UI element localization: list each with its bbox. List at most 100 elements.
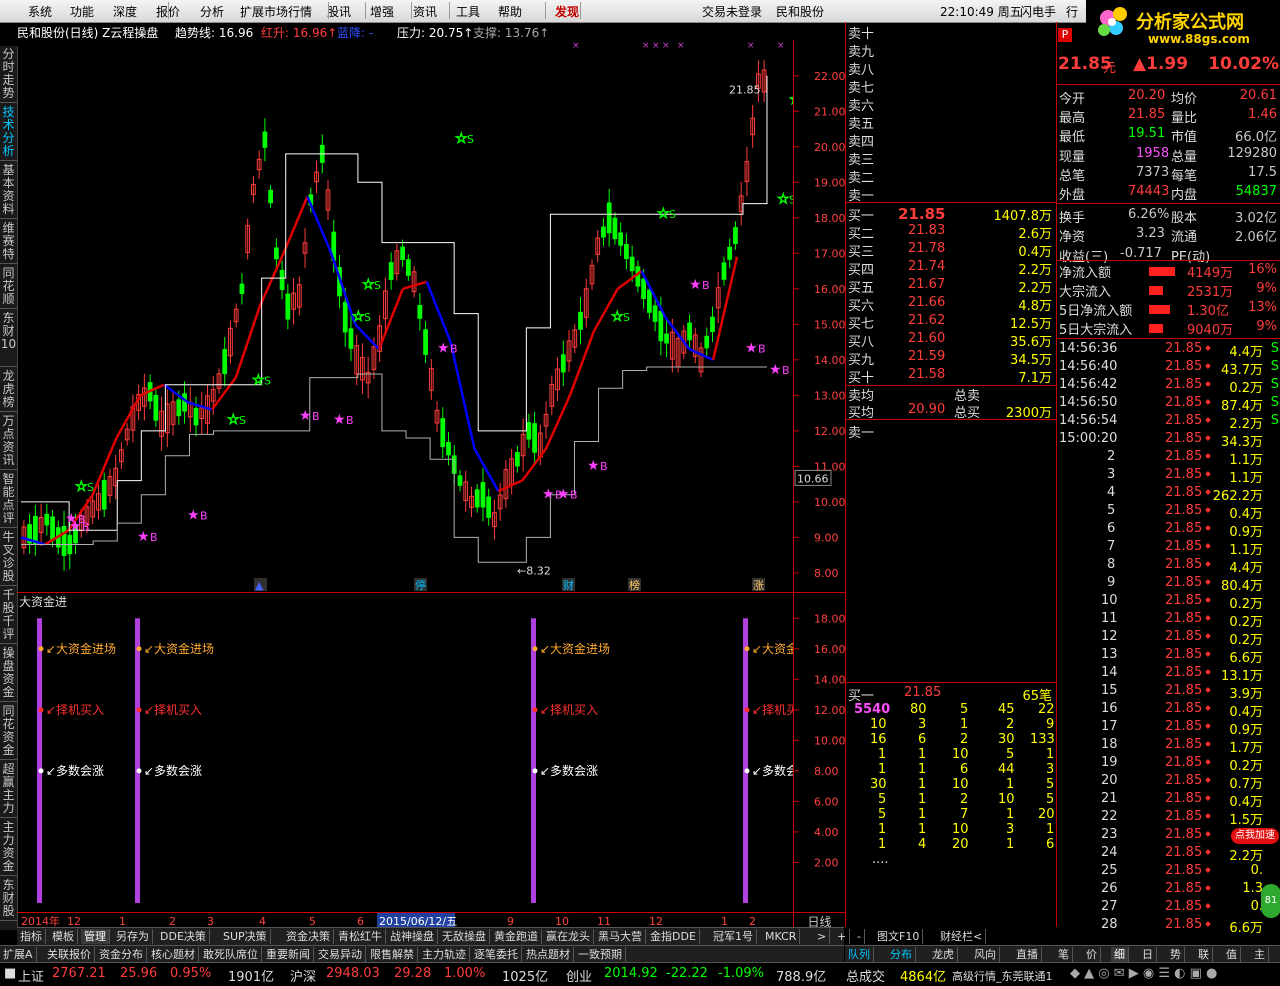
- menu-item-8[interactable]: 资讯: [413, 3, 437, 20]
- extension-tab-9[interactable]: 逐笔委托: [471, 947, 522, 962]
- sh-value: 2767.21: [52, 966, 106, 981]
- vtab-0[interactable]: 分时走势: [0, 46, 17, 103]
- detail-tab-7[interactable]: 细: [1111, 947, 1129, 962]
- event-marker[interactable]: ▲: [255, 579, 264, 592]
- fund-bar: [37, 618, 42, 903]
- menu-item-2[interactable]: 深度: [113, 3, 137, 20]
- extension-tab-8[interactable]: 主力轨迹: [419, 947, 470, 962]
- detail-tab-10[interactable]: 联: [1195, 947, 1213, 962]
- menu-item-0[interactable]: 系统: [28, 3, 52, 20]
- vtab-6[interactable]: 龙虎榜: [0, 368, 17, 412]
- menu-item-10[interactable]: 帮助: [498, 3, 522, 20]
- detail-tab-12[interactable]: 主: [1251, 947, 1269, 962]
- tick-diamond: [1205, 921, 1211, 927]
- indicator-tab-12[interactable]: 黑马大营: [595, 929, 646, 944]
- tick-time-4: 14:56:54: [1059, 413, 1118, 428]
- flash-trade-button[interactable]: 闪电手: [1020, 3, 1056, 20]
- indicator-tab-2[interactable]: 管理: [81, 929, 110, 944]
- extension-tab-6[interactable]: 交易异动: [315, 947, 366, 962]
- indicator-tab-3[interactable]: 另存为: [113, 929, 153, 944]
- menu-item-1[interactable]: 功能: [70, 3, 94, 20]
- queue-cell: 1: [918, 762, 927, 777]
- detail-tab-0[interactable]: 队列: [845, 947, 874, 962]
- indicator-tab-13[interactable]: 金指DDE: [647, 929, 700, 944]
- menu-item-11[interactable]: 发现: [555, 3, 579, 20]
- vtab-2[interactable]: 基本资料: [0, 162, 17, 219]
- indicator-tab-20[interactable]: 财经栏<: [937, 929, 987, 944]
- extension-tab-4[interactable]: 敢死队席位: [200, 947, 262, 962]
- event-marker[interactable]: 停: [415, 578, 426, 592]
- speedup-count-badge[interactable]: 81: [1261, 884, 1280, 918]
- speedup-badge[interactable]: 点我加速: [1231, 828, 1279, 844]
- indicator-tab-15[interactable]: MKCR: [762, 929, 801, 944]
- indicator-tab-11[interactable]: 赢在龙头: [543, 929, 594, 944]
- tick-diamond: [1205, 597, 1211, 603]
- event-marker[interactable]: 榜: [629, 578, 640, 592]
- detail-tab-9[interactable]: 势: [1167, 947, 1185, 962]
- vtab-9[interactable]: 牛叉诊股: [0, 529, 17, 586]
- vtab-12[interactable]: 同花资金: [0, 703, 17, 760]
- indicator-tab-5[interactable]: SUP决策: [220, 929, 271, 944]
- menu-item-9[interactable]: 工具: [456, 3, 480, 20]
- indicator-tab-7[interactable]: 青松红牛: [335, 929, 386, 944]
- indicator-tab-4[interactable]: DDE决策: [157, 929, 210, 944]
- tick-diamond: [1205, 453, 1211, 459]
- vtab-10[interactable]: 千股千评: [0, 587, 17, 644]
- indicator-tab-17[interactable]: +: [834, 929, 851, 944]
- event-marker[interactable]: 涨: [753, 579, 764, 592]
- indicator-tab-18[interactable]: -: [854, 929, 865, 944]
- detail-tab-6[interactable]: 价: [1083, 947, 1101, 962]
- kline-chart[interactable]: ☆ S ★ B ★ B ★ B ☆ S ☆ S ★ B ★ B ★ B ☆ S ☆ S ☆ S ★ B ★ B ★ B ★ B ☆ S ☆ S ★ B ★ B…: [17, 40, 808, 592]
- vtab-1[interactable]: 技术分析: [0, 104, 17, 161]
- vtab-11[interactable]: 操盘资金: [0, 645, 17, 702]
- extension-tab-0[interactable]: 扩展A: [0, 947, 37, 962]
- indicator-svg[interactable]: 大资金进 ↙大资金进场 ↙择机买入 ↙多数会涨 ↙大资金进场 ↙择机买入 ↙多数会涨 ↙大资金…: [17, 593, 822, 913]
- indicator-tab-10[interactable]: 黄金跑道: [491, 929, 542, 944]
- detail-tab-4[interactable]: 直播: [1013, 947, 1042, 962]
- indicator-tab-9[interactable]: 无敌操盘: [439, 929, 490, 944]
- menu-item-4[interactable]: 分析: [200, 3, 224, 20]
- detail-tab-8[interactable]: 日: [1139, 947, 1157, 962]
- indicator-tab-14[interactable]: 冠军1号: [710, 929, 757, 944]
- vtab-14[interactable]: 主力资金: [0, 819, 17, 876]
- menu-item-7[interactable]: 增强: [370, 3, 394, 20]
- extension-tab-2[interactable]: 资金分布: [96, 947, 147, 962]
- vtab-13[interactable]: 超赢主力: [0, 761, 17, 818]
- extension-tab-3[interactable]: 核心题材: [148, 947, 199, 962]
- extension-tab-10[interactable]: 热点题材: [523, 947, 574, 962]
- detail-tab-2[interactable]: 龙虎: [929, 947, 958, 962]
- vtab-15[interactable]: 东财股: [0, 877, 17, 921]
- extension-tab-11[interactable]: 一致预期: [575, 947, 626, 962]
- vtab-7[interactable]: 万点资讯: [0, 413, 17, 470]
- detail-tab-1[interactable]: 分布: [887, 947, 916, 962]
- buy-signal-label: B: [782, 364, 790, 377]
- event-marker[interactable]: 财: [563, 578, 574, 592]
- menu-item-5[interactable]: 扩展市场行情: [240, 3, 312, 20]
- queue-cell: 5: [878, 807, 887, 822]
- vtab-3[interactable]: 维赛特: [0, 220, 17, 264]
- buy-signal-label: B: [78, 513, 86, 526]
- indicator-chart[interactable]: 大资金进 ↙大资金进场 ↙择机买入 ↙多数会涨 ↙大资金进场 ↙择机买入 ↙多数会涨 ↙大资金…: [17, 592, 822, 913]
- kline-svg[interactable]: ☆ S★ B★ B★ B☆ S☆ S★ B★ B ★ B☆ S☆ S☆ S★ B★ B★ B★ B☆ S☆ S★ B★ B…: [17, 40, 808, 592]
- bid-volume-9: 7.1万: [1018, 371, 1052, 386]
- detail-tab-3[interactable]: 风向: [971, 947, 1000, 962]
- row-button[interactable]: 行: [1066, 3, 1078, 20]
- indicator-tab-19[interactable]: 图文F10: [874, 929, 924, 944]
- indicator-tab-16[interactable]: >: [814, 929, 831, 944]
- detail-tab-5[interactable]: 笔: [1055, 947, 1073, 962]
- detail-tab-11[interactable]: 值: [1223, 947, 1241, 962]
- indicator-tab-6[interactable]: 资金决策: [283, 929, 334, 944]
- tray-icons[interactable]: ◆ ▲ ◎ ✉ ▶ ◉ ☰ ◐ ▣ ●: [1070, 966, 1217, 981]
- extension-tab-5[interactable]: 重要新闻: [263, 947, 314, 962]
- period-selector[interactable]: 日线: [793, 912, 845, 929]
- quote-key-right-1: 量比: [1171, 111, 1198, 127]
- vtab-5[interactable]: 东财10: [0, 310, 17, 367]
- menu-item-6[interactable]: 股讯: [327, 3, 351, 20]
- indicator-tab-0[interactable]: 指标: [17, 929, 46, 944]
- vtab-8[interactable]: 智能点评: [0, 471, 17, 528]
- vtab-4[interactable]: 同花顺: [0, 265, 17, 309]
- indicator-tab-1[interactable]: 模板: [49, 929, 78, 944]
- extension-tab-1[interactable]: 关联报价: [44, 947, 95, 962]
- extension-tab-7[interactable]: 限售解禁: [367, 947, 418, 962]
- indicator-tab-8[interactable]: 战神操盘: [387, 929, 438, 944]
